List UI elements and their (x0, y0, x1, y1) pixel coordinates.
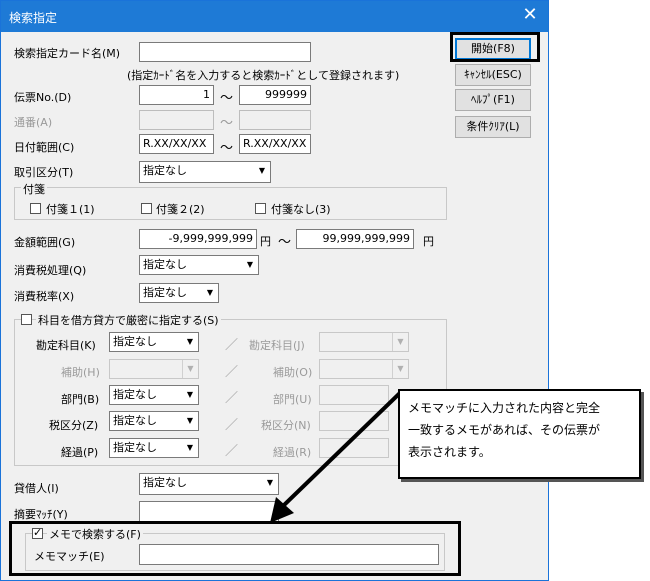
bumon-value: 指定なし (113, 388, 157, 401)
kingaku-to-yen: 円 (423, 235, 434, 248)
tsuban-label: 通番(A) (14, 116, 53, 129)
zeikubun-select[interactable]: 指定なし ▼ (109, 411, 199, 431)
fusen-group-title: 付箋 (21, 181, 47, 197)
hojo-label: 補助(H) (61, 366, 100, 379)
tsuban-to-input (239, 110, 311, 130)
hojo-r-label: 補助(O) (273, 366, 313, 379)
kanjo-r-label: 勘定科目(J) (249, 339, 305, 352)
chevron-down-icon: ▼ (182, 360, 198, 378)
callout-box: メモマッチに入力された内容と完全 一致するメモがあれば、その伝票が 表示されます… (398, 389, 641, 479)
kanjo-value: 指定なし (113, 335, 157, 348)
kanjo-select[interactable]: 指定なし ▼ (109, 332, 199, 352)
chevron-down-icon: ▼ (258, 166, 266, 175)
bumon-select[interactable]: 指定なし ▼ (109, 385, 199, 405)
kingaku-from-yen: 円 (260, 235, 271, 248)
tsuban-tilde: ～ (220, 116, 234, 131)
chevron-down-icon: ▼ (186, 337, 194, 346)
kanjo-label: 勘定科目(K) (36, 339, 96, 352)
denpyo-label: 伝票No.(D) (14, 91, 72, 104)
keika-slash: ／ (225, 444, 239, 459)
card-name-input[interactable] (139, 42, 311, 62)
keika-label: 経過(P) (61, 446, 99, 459)
denpyo-tilde: ～ (220, 91, 234, 106)
kingaku-tilde: ～ (278, 235, 292, 250)
chevron-down-icon: ▼ (392, 360, 408, 378)
shohizei-value: 指定なし (143, 258, 187, 271)
tekiyo-label: 摘要ﾏｯﾁ(Y) (14, 508, 68, 521)
keika-value: 指定なし (113, 441, 157, 454)
zeikubun-slash: ／ (225, 418, 239, 433)
chevron-down-icon: ▼ (186, 390, 194, 399)
bumon-slash: ／ (225, 391, 239, 406)
zeiritsu-value: 指定なし (143, 286, 187, 299)
zeiritsu-select[interactable]: 指定なし ▼ (139, 283, 219, 303)
tsuban-from-input (139, 110, 214, 130)
clear-conditions-button[interactable]: 条件ｸﾘｱ(L) (455, 116, 531, 138)
start-button-highlight (450, 32, 540, 62)
fusen-none-checkbox[interactable] (255, 203, 266, 214)
close-icon[interactable]: ✕ (516, 4, 544, 28)
window-title: 検索指定 (9, 11, 58, 25)
hojo-select: ▼ (109, 359, 199, 379)
denpyo-to-input[interactable]: 999999 (239, 85, 311, 105)
torihiki-value: 指定なし (143, 164, 187, 177)
zeiritsu-label: 消費税率(X) (14, 290, 75, 303)
kingaku-label: 金額範囲(G) (14, 236, 76, 249)
shohizei-label: 消費税処理(Q) (14, 264, 87, 277)
callout-line-1: メモマッチに入力された内容と完全 (408, 401, 601, 415)
tekiyo-input[interactable] (139, 501, 279, 523)
title-bar: 検索指定 ✕ (1, 1, 548, 32)
chevron-down-icon: ▼ (186, 416, 194, 425)
fusen2-checkbox[interactable] (141, 203, 152, 214)
taishaku-label: 貸借人(I) (14, 482, 59, 495)
kanjo-r-select: ▼ (319, 332, 409, 352)
hojo-r-select: ▼ (319, 359, 409, 379)
kamoku-strict-label: 科目を借方貸方で厳密に指定する(S) (36, 312, 221, 328)
fusen1-checkbox[interactable] (30, 203, 41, 214)
keika-select[interactable]: 指定なし ▼ (109, 438, 199, 458)
date-tilde: ～ (220, 141, 234, 156)
date-from-input[interactable]: R.XX/XX/XX (139, 134, 214, 154)
zeikubun-value: 指定なし (113, 414, 157, 427)
callout-line-2: 一致するメモがあれば、その伝票が (408, 423, 601, 437)
taishaku-value: 指定なし (143, 476, 187, 489)
bumon-label: 部門(B) (61, 393, 100, 406)
denpyo-from-input[interactable]: 1 (139, 85, 214, 105)
kingaku-to-input[interactable]: 99,999,999,999 (296, 229, 414, 249)
hojo-slash: ／ (225, 365, 239, 380)
card-name-hint: (指定ｶｰﾄﾞ名を入力すると検索ｶｰﾄﾞとして登録されます) (127, 69, 400, 82)
date-range-label: 日付範囲(C) (14, 141, 75, 154)
zeikubun-label: 税区分(Z) (49, 419, 99, 432)
chevron-down-icon: ▼ (246, 260, 254, 269)
callout-arrow (270, 389, 404, 523)
kanjo-slash: ／ (225, 338, 239, 353)
kamoku-strict-checkbox[interactable] (21, 314, 32, 325)
help-button[interactable]: ﾍﾙﾌﾟ(F1) (455, 89, 531, 111)
date-to-input[interactable]: R.XX/XX/XX (239, 134, 311, 154)
chevron-down-icon: ▼ (392, 333, 408, 351)
kingaku-from-input[interactable]: -9,999,999,999 (139, 229, 257, 249)
cancel-button[interactable]: ｷｬﾝｾﾙ(ESC) (455, 64, 531, 86)
chevron-down-icon: ▼ (206, 288, 214, 297)
fusen1-label: 付箋１(1) (46, 203, 95, 216)
fusen2-label: 付箋２(2) (156, 203, 205, 216)
chevron-down-icon: ▼ (186, 443, 194, 452)
taishaku-select[interactable]: 指定なし ▼ (139, 473, 279, 495)
fusen-none-label: 付箋なし(3) (271, 203, 331, 216)
torihiki-select[interactable]: 指定なし ▼ (139, 161, 271, 183)
callout-line-3: 表示されます。 (408, 445, 491, 459)
torihiki-label: 取引区分(T) (14, 166, 74, 179)
shohizei-select[interactable]: 指定なし ▼ (139, 255, 259, 275)
card-name-label: 検索指定カード名(M) (14, 47, 121, 60)
